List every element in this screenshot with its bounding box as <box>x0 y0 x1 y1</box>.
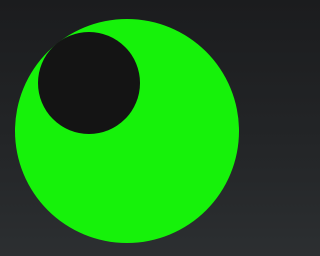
green-circle-with-black-hole-icon <box>15 19 239 243</box>
black-hole <box>38 32 140 134</box>
app-icon[interactable] <box>0 0 256 256</box>
